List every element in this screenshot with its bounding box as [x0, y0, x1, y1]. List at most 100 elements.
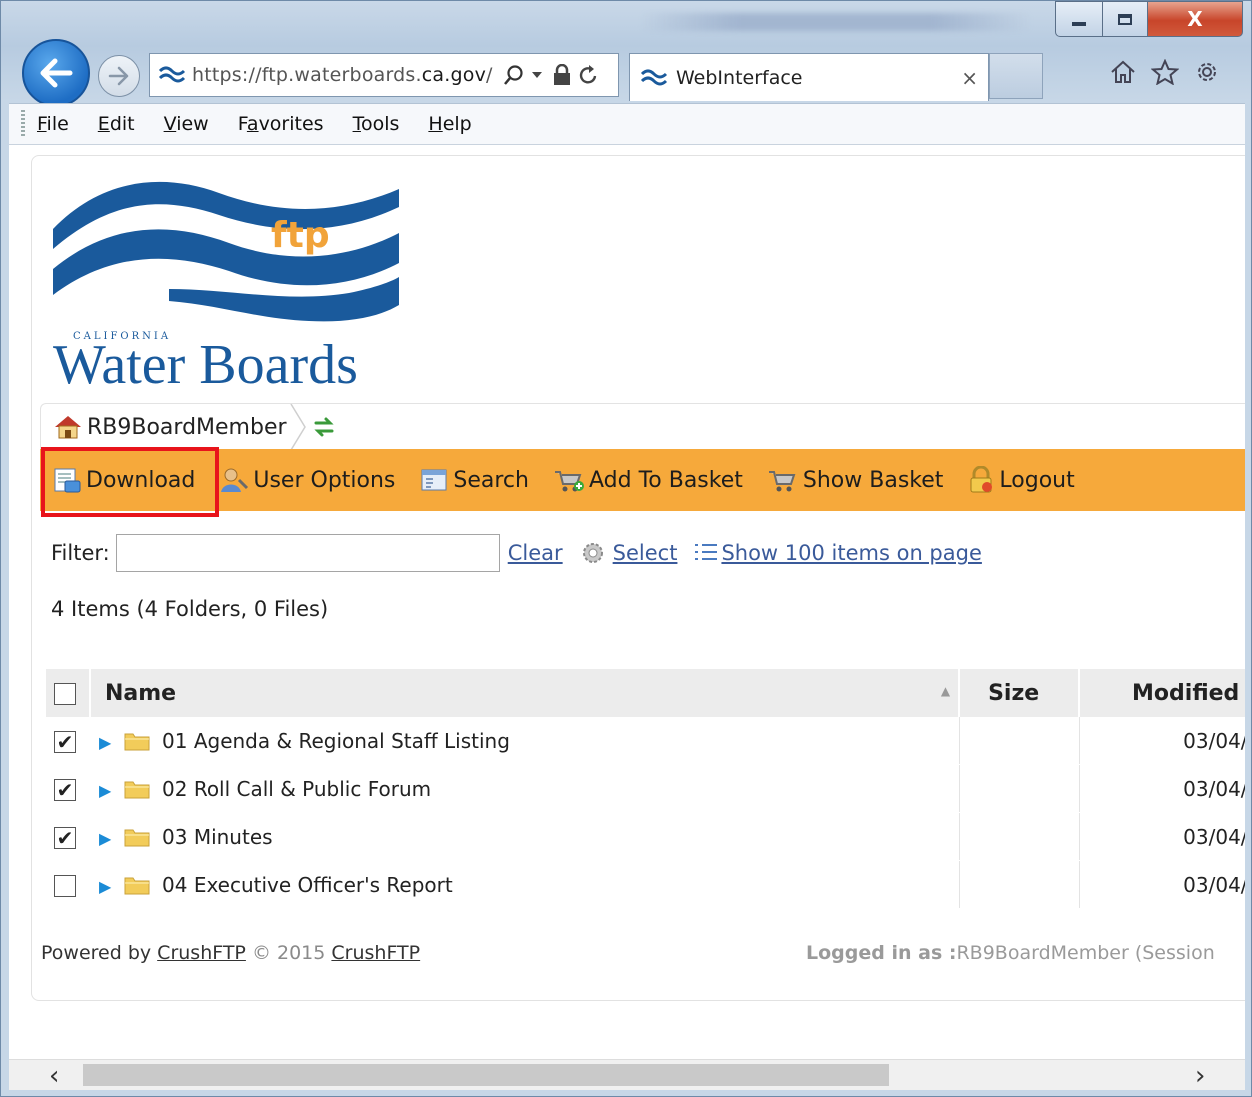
select-all-cell [46, 669, 91, 717]
browser-window: X https://ftp.waterboards.ca.gov/ WebInt… [0, 0, 1252, 1097]
size-header-label: Size [988, 680, 1040, 706]
logged-in-value: RB9BoardMember (Session [956, 942, 1215, 964]
copyright-text: © 2015 [251, 942, 326, 964]
logged-in-label: Logged in as : [806, 942, 957, 964]
gear-icon [582, 543, 603, 563]
forward-button[interactable] [98, 55, 140, 97]
address-bar[interactable]: https://ftp.waterboards.ca.gov/ [149, 53, 619, 97]
select-all-checkbox[interactable] [54, 682, 76, 705]
menu-view[interactable]: View [164, 113, 209, 135]
scrollbar-thumb[interactable] [83, 1064, 889, 1086]
crushftp-link-2[interactable]: CrushFTP [331, 942, 420, 964]
crushftp-link[interactable]: CrushFTP [157, 942, 246, 964]
name-column-header[interactable]: Name ▲ [89, 669, 961, 717]
size-cell [958, 717, 1080, 765]
file-table: Name ▲ Size Modified ✔ ▶ 01 Agenda & Reg… [46, 669, 1245, 909]
logo-name-text: Water Boards [53, 334, 358, 387]
user-options-label: User Options [253, 467, 396, 493]
breadcrumb-home[interactable]: RB9BoardMember [41, 404, 287, 450]
maximize-icon [1118, 13, 1132, 25]
show-items-button[interactable]: Show 100 items on page [693, 540, 982, 566]
favorites-star-icon[interactable] [1151, 59, 1179, 85]
title-bar: X [1, 1, 1252, 45]
menu-grip [21, 110, 25, 138]
size-column-header[interactable]: Size [958, 669, 1081, 717]
download-label: Download [86, 467, 196, 493]
modified-cell: 03/04/16 [1078, 717, 1245, 765]
size-cell [958, 860, 1080, 909]
add-to-basket-button[interactable]: Add To Basket [553, 466, 743, 494]
logout-button[interactable]: Logout [967, 466, 1075, 494]
close-icon: X [1187, 7, 1203, 31]
select-link: Select [612, 541, 678, 565]
new-tab-button[interactable] [989, 53, 1043, 99]
select-button[interactable]: Select [579, 540, 678, 566]
folder-name[interactable]: 04 Executive Officer's Report [162, 873, 453, 897]
show-basket-label: Show Basket [802, 467, 944, 493]
minimize-button[interactable] [1055, 1, 1103, 37]
filter-label: Filter: [51, 541, 110, 565]
folder-name[interactable]: 01 Agenda & Regional Staff Listing [162, 729, 510, 753]
user-options-button[interactable]: User Options [219, 466, 395, 494]
dropdown-chevron-icon[interactable] [531, 70, 543, 80]
table-row[interactable]: ✔ ▶ 03 Minutes 03/04/16 [46, 812, 1245, 861]
menu-help[interactable]: Help [428, 113, 471, 135]
show-items-link: Show 100 items on page [721, 541, 982, 565]
folder-name[interactable]: 02 Roll Call & Public Forum [162, 777, 431, 801]
window-close-button[interactable]: X [1147, 1, 1243, 37]
row-checkbox[interactable] [54, 874, 76, 897]
action-toolbar: Download User Options Search Add To Bask… [40, 449, 1245, 511]
search-icon[interactable] [503, 64, 525, 86]
logout-label: Logout [999, 467, 1075, 493]
site-favicon-icon [158, 65, 186, 85]
add-to-basket-label: Add To Basket [588, 467, 743, 493]
show-basket-button[interactable]: Show Basket [767, 466, 944, 494]
home-icon[interactable] [1109, 59, 1137, 85]
tab-close-icon[interactable]: × [961, 66, 978, 90]
browser-tab[interactable]: WebInterface × [629, 53, 989, 101]
size-cell [958, 764, 1080, 813]
folder-icon [124, 877, 150, 894]
minimize-icon [1072, 22, 1086, 26]
expand-arrow-icon[interactable]: ▶ [99, 781, 111, 800]
items-summary: 4 Items (4 Folders, 0 Files) [51, 597, 329, 621]
table-row[interactable]: ✔ ▶ 01 Agenda & Regional Staff Listing 0… [46, 717, 1245, 765]
row-checkbox[interactable]: ✔ [54, 826, 76, 849]
menu-edit[interactable]: Edit [98, 113, 135, 135]
search-button[interactable]: Search [419, 466, 529, 494]
expand-arrow-icon[interactable]: ▶ [99, 733, 111, 752]
lock-icon[interactable] [553, 64, 571, 86]
table-row[interactable]: ✔ ▶ 02 Roll Call & Public Forum 03/04/16 [46, 764, 1245, 813]
size-cell [958, 812, 1080, 861]
logo-ftp-text: ftp [271, 215, 330, 256]
scroll-left-icon[interactable]: ‹ [49, 1061, 59, 1091]
menu-favorites[interactable]: Favorites [238, 113, 324, 135]
scroll-right-icon[interactable]: › [1195, 1061, 1205, 1091]
clear-link[interactable]: Clear [508, 541, 563, 565]
modified-column-header[interactable]: Modified [1078, 669, 1245, 717]
footer-login-status: Logged in as :RB9BoardMember (Session [806, 942, 1215, 964]
table-row[interactable]: ▶ 04 Executive Officer's Report 03/04/16 [46, 860, 1245, 909]
basket-add-icon [554, 471, 584, 492]
gear-icon[interactable] [1193, 59, 1221, 85]
arrow-right-icon [108, 66, 129, 86]
row-checkbox[interactable]: ✔ [54, 730, 76, 753]
refresh-arrows-icon[interactable] [311, 414, 337, 440]
menu-file[interactable]: File [37, 113, 69, 135]
back-button[interactable] [22, 39, 90, 107]
powered-by-text: Powered by [41, 942, 152, 964]
row-checkbox[interactable]: ✔ [54, 778, 76, 801]
footer-powered-by: Powered by CrushFTP © 2015 CrushFTP [41, 942, 420, 964]
horizontal-scrollbar[interactable]: ‹ › [9, 1059, 1245, 1091]
expand-arrow-icon[interactable]: ▶ [99, 877, 111, 896]
maximize-button[interactable] [1102, 1, 1148, 37]
folder-name[interactable]: 03 Minutes [162, 825, 273, 849]
sort-ascending-icon: ▲ [940, 684, 951, 698]
modified-cell: 03/04/16 [1078, 764, 1245, 813]
download-button[interactable]: Download [52, 466, 195, 494]
menu-tools[interactable]: Tools [353, 113, 400, 135]
refresh-icon[interactable] [579, 64, 599, 86]
filter-input[interactable] [115, 534, 500, 572]
menu-bar: File Edit View Favorites Tools Help [9, 103, 1245, 145]
expand-arrow-icon[interactable]: ▶ [99, 829, 111, 848]
